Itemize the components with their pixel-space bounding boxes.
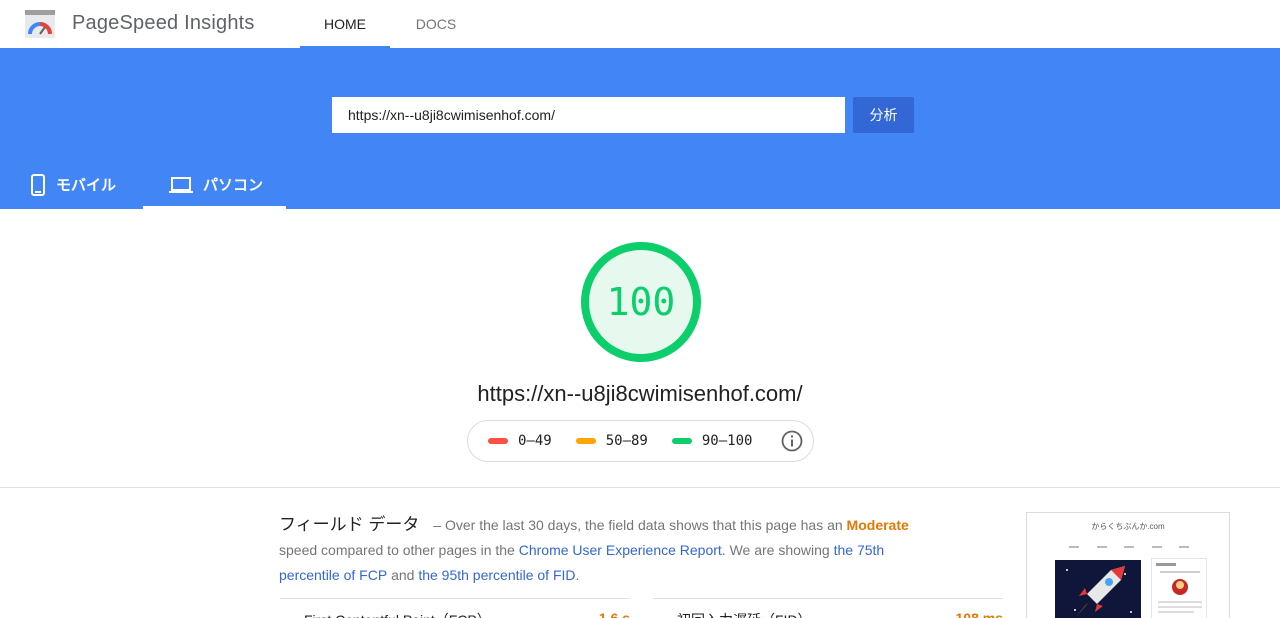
tab-mobile-label: モバイル [56,177,117,194]
metric-name: 初回入力遅延（FID） [677,610,956,618]
nav-tab-home[interactable]: HOME [300,0,390,48]
smartphone-icon [30,173,46,196]
rocket-illustration-icon [1055,560,1141,618]
metric-fid: 初回入力遅延（FID） 108 ms [653,598,1003,618]
metric-value: 108 ms [955,610,1003,618]
field-data-text: Over the last 30 days, the field data sh… [444,517,843,533]
thumbnail-nav [1069,546,1189,550]
section-divider [0,487,1280,488]
top-app-bar: PageSpeed Insights HOME DOCS [0,0,1280,48]
metric-name: First Contentful Paint（FCP） [304,610,599,618]
performance-score: 100 [606,280,676,324]
field-data-text: . We are showing [721,542,830,558]
legend-swatch [575,438,596,444]
info-icon[interactable] [781,430,803,452]
fid-percentile-link[interactable]: the 95th percentile of FID [418,567,575,583]
legend-label: 50–89 [605,433,648,449]
analyze-button[interactable]: 分析 [853,97,914,133]
tab-desktop[interactable]: パソコン [143,160,286,209]
metric-value: 1.6 s [598,610,630,618]
tested-url: https://xn--u8ji8cwimisenhof.com/ [477,381,803,406]
legend-item-pass: 90–100 [671,433,753,449]
field-data-title: フィールド データ [279,515,420,534]
field-data-text: and [391,567,415,583]
brand-title: PageSpeed Insights [72,12,255,34]
legend-label: 0–49 [518,433,552,449]
field-data-text: . [575,567,580,583]
speed-category: Moderate [846,517,909,533]
legend-swatch [488,438,508,444]
laptop-icon [169,176,193,194]
metric-fcp: First Contentful Paint（FCP） 1.6 s [280,598,630,618]
nav-tab-docs[interactable]: DOCS [390,0,482,48]
tab-mobile[interactable]: モバイル [30,160,116,209]
thumbnail-sidebar [1151,558,1207,618]
search-band: 分析 モバイル パソコン [0,48,1280,209]
thumbnail-site-title: からくちぶんか.com [1091,522,1165,531]
score-legend: 0–49 50–89 90–100 [467,420,814,462]
crux-report-link[interactable]: Chrome User Experience Report [519,542,722,558]
pagespeed-logo-icon[interactable] [25,10,55,38]
legend-swatch [671,438,692,444]
field-data-dash: – [433,517,442,533]
legend-label: 90–100 [701,433,753,449]
legend-item-fail: 0–49 [488,433,552,449]
page-screenshot-thumbnail: からくちぶんか.com [1026,512,1230,618]
field-data-section: フィールド データ – Over the last 30 days, the f… [279,512,939,588]
legend-item-average: 50–89 [575,433,648,449]
tab-desktop-label: パソコン [203,177,264,194]
url-input[interactable] [332,97,845,133]
field-data-text: speed compared to other pages in the [279,542,515,558]
